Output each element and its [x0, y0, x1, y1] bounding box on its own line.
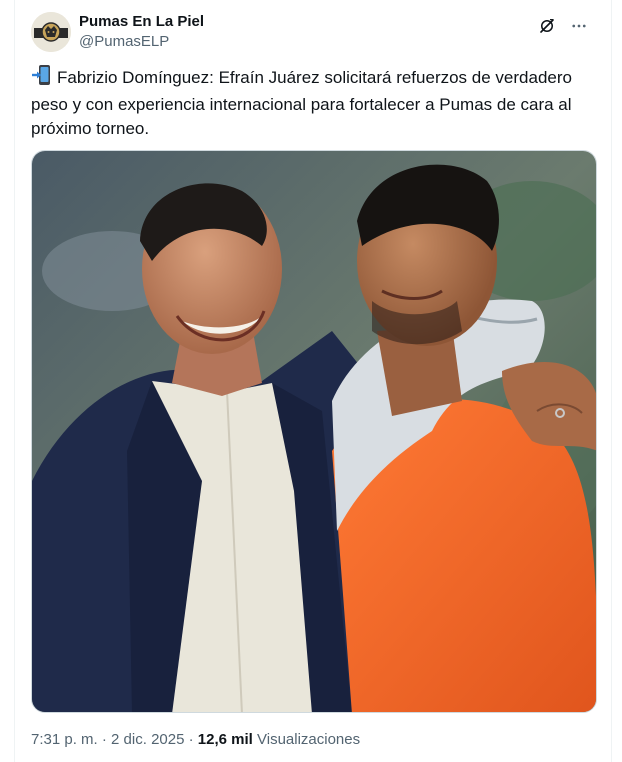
author-name[interactable]: Pumas En La Piel	[79, 13, 204, 30]
tweet-date[interactable]: 2 dic. 2025	[111, 731, 184, 748]
meta-separator: ·	[101, 731, 107, 748]
tweet-header: Pumas En La Piel @PumasELP	[31, 10, 595, 54]
more-icon[interactable]	[567, 14, 591, 38]
grok-icon[interactable]	[535, 14, 559, 38]
photo-illustration	[32, 151, 596, 712]
tweet-card: Pumas En La Piel @PumasELP Fabrizio Domí…	[14, 0, 612, 762]
tweet-photo[interactable]	[31, 150, 597, 713]
views-count: 12,6 mil	[197, 731, 253, 748]
meta-separator-2: ·	[188, 731, 194, 748]
avatar[interactable]	[31, 12, 71, 52]
tweet-time[interactable]: 7:31 p. m.	[31, 731, 98, 748]
tweet-meta: 7:31 p. m. · 2 dic. 2025 · 12,6 mil Visu…	[31, 731, 360, 748]
author-handle[interactable]: @PumasELP	[79, 33, 169, 50]
views-label: Visualizaciones	[257, 731, 361, 748]
mobile-arrow-icon	[31, 64, 53, 93]
tweet-text: Fabrizio Domínguez: Efraín Juárez solici…	[31, 64, 595, 141]
tweet-body: Fabrizio Domínguez: Efraín Juárez solici…	[31, 68, 572, 138]
